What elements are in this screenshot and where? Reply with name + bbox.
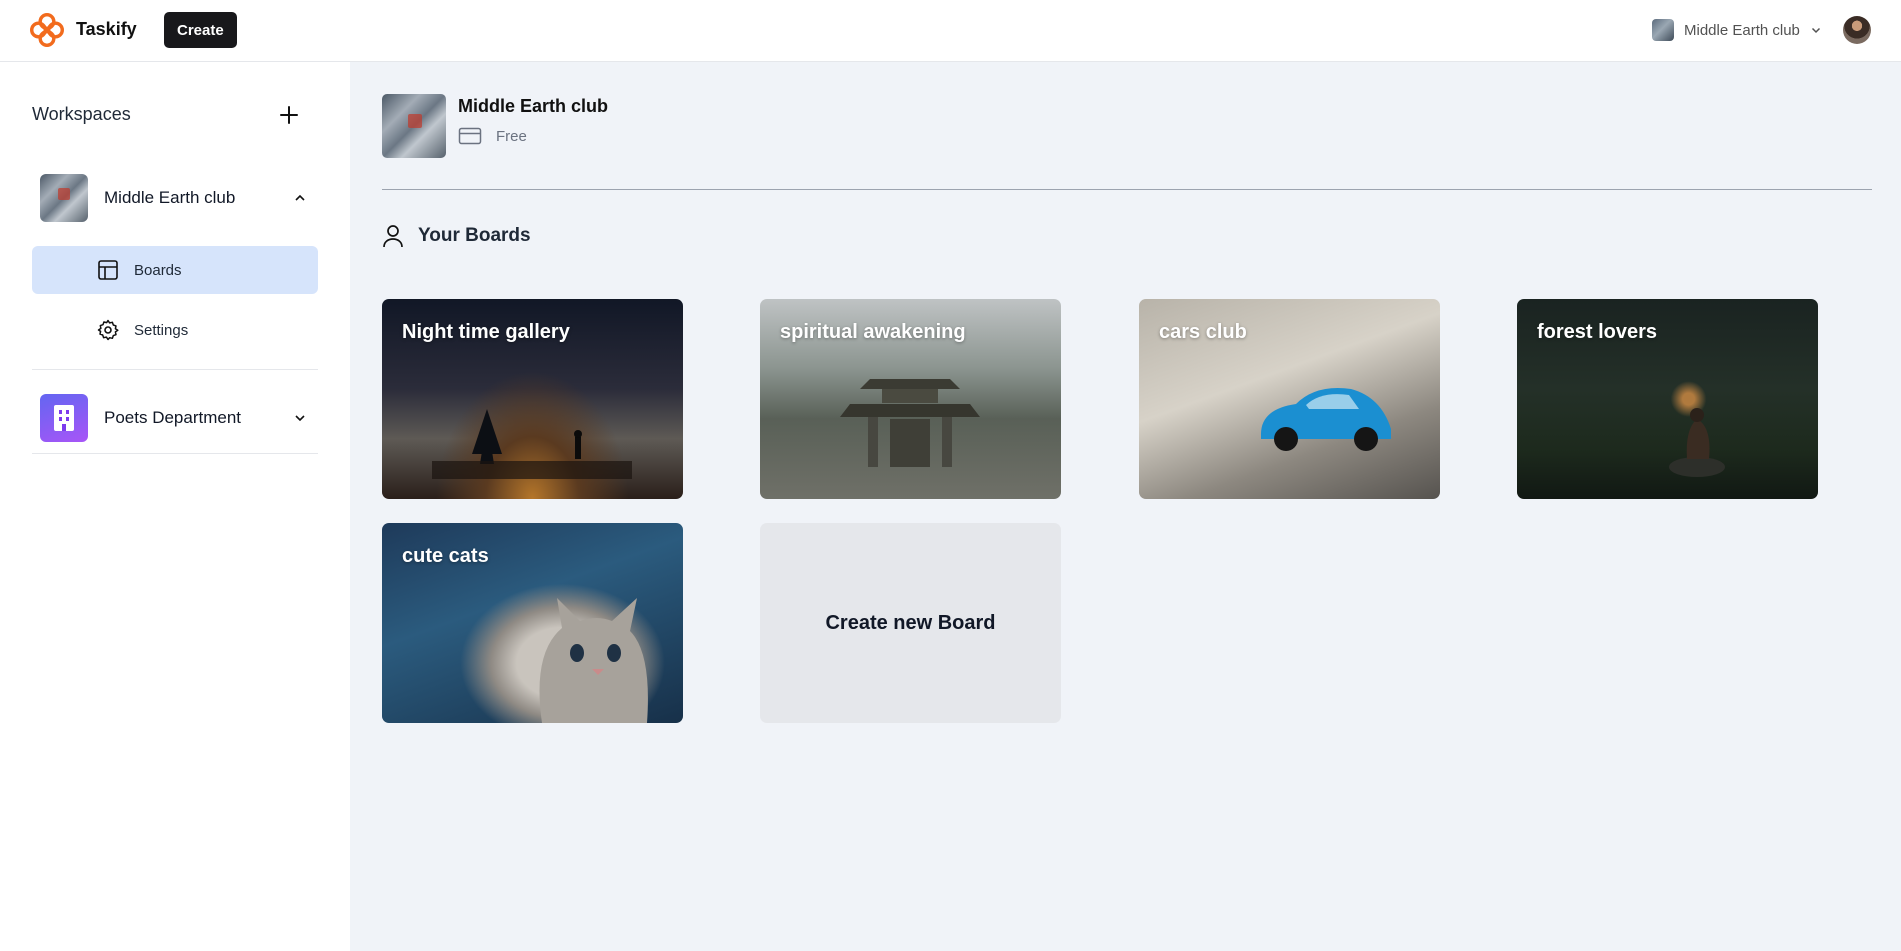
add-workspace-icon[interactable] [276, 102, 302, 128]
board-card-cute-cats[interactable]: cute cats [382, 523, 683, 723]
workspace-item-middle-earth-club[interactable]: Middle Earth club [32, 162, 318, 234]
organization-avatar [1652, 19, 1674, 41]
board-title: forest lovers [1537, 321, 1658, 343]
chevron-down-icon [295, 414, 305, 421]
board-card-night-time-gallery[interactable]: Night time gallery [382, 299, 683, 499]
sidebar: Workspaces Middle Earth club Boards Sett… [0, 62, 350, 951]
organization-image [382, 94, 446, 158]
workspace-name: Middle Earth club [104, 188, 236, 207]
taskify-logo-icon[interactable] [30, 13, 64, 47]
board-background-image [539, 598, 648, 723]
chevron-up-icon [295, 194, 305, 201]
brand-name[interactable]: Taskify [76, 19, 137, 40]
workspace-avatar [40, 174, 88, 222]
section-divider [382, 189, 1872, 190]
plan-info: Free [458, 126, 527, 146]
board-background-image [840, 379, 980, 467]
workspace-item-poets-department[interactable]: Poets Department [32, 382, 318, 454]
sidebar-divider [32, 369, 318, 370]
user-icon [383, 225, 403, 248]
board-background-image [1261, 388, 1391, 451]
sidebar-item-label: Settings [134, 321, 189, 339]
board-title: cars club [1159, 321, 1247, 343]
workspace-avatar [40, 393, 88, 442]
organization-name: Middle Earth club [458, 96, 609, 116]
create-new-board-button[interactable]: Create new Board [760, 523, 1061, 723]
board-background-image [1669, 408, 1725, 477]
board-card-spiritual-awakening[interactable]: spiritual awakening [760, 299, 1061, 499]
organization-switcher-label: Middle Earth club [1684, 21, 1800, 39]
plan-label: Free [496, 127, 527, 145]
section-title: Your Boards [418, 225, 531, 246]
workspaces-heading: Workspaces [32, 104, 131, 124]
main-content: Middle Earth club Free Your Boards Night… [350, 62, 1901, 951]
board-card-forest-lovers[interactable]: forest lovers [1517, 299, 1818, 499]
chevron-down-icon [1811, 27, 1820, 34]
user-avatar[interactable] [1843, 16, 1871, 44]
board-title: cute cats [402, 545, 489, 567]
building-icon [54, 404, 74, 431]
workspace-name: Poets Department [104, 407, 242, 427]
top-navbar: Taskify Create Middle Earth club [0, 0, 1901, 62]
board-title: Night time gallery [402, 321, 570, 343]
board-title: spiritual awakening [780, 321, 966, 343]
sidebar-item-label: Boards [134, 261, 182, 279]
create-button[interactable]: Create [164, 12, 237, 48]
sidebar-item-boards[interactable]: Boards [32, 246, 318, 294]
sidebar-item-settings[interactable]: Settings [32, 306, 318, 354]
board-card-cars-club[interactable]: cars club [1139, 299, 1440, 499]
boards-section-header: Your Boards [382, 224, 531, 248]
credit-card-icon [458, 127, 482, 145]
layout-icon [98, 260, 118, 280]
organization-switcher[interactable]: Middle Earth club [1652, 17, 1822, 43]
gear-icon [97, 319, 119, 341]
board-background-image [432, 409, 632, 479]
